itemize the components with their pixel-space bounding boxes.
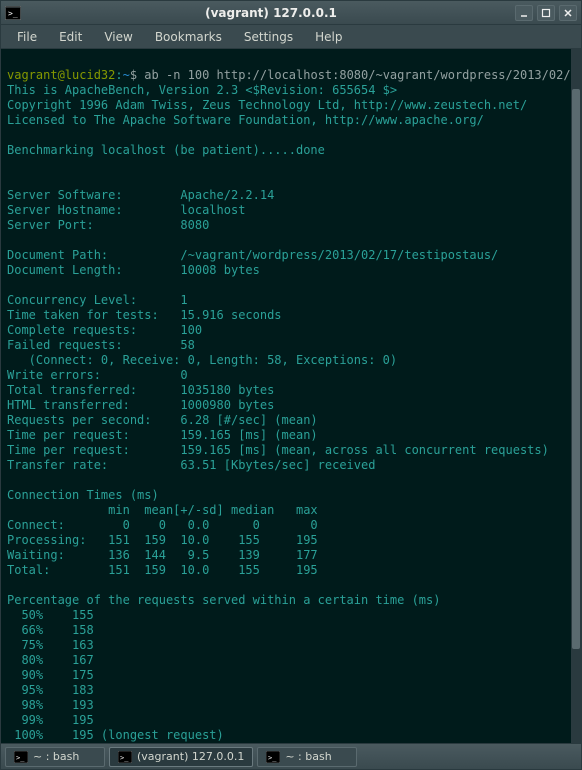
value: 63.51 [Kbytes/sec] received — [180, 458, 375, 472]
label: Document Length: — [7, 263, 180, 277]
label: Time per request: — [7, 443, 180, 457]
label: Document Path: — [7, 248, 180, 262]
taskbar-item-label: ~ : bash — [33, 750, 79, 763]
output-line: This is ApacheBench, Version 2.3 <$Revis… — [7, 83, 397, 97]
window-controls — [515, 5, 577, 21]
terminal-icon: >_ — [118, 751, 132, 763]
value: 159.165 [ms] (mean) — [180, 428, 317, 442]
label: Time per request: — [7, 428, 180, 442]
output-line: Processing: 151 159 10.0 155 195 — [7, 533, 318, 547]
terminal-icon: >_ — [5, 5, 21, 21]
output-line: Waiting: 136 144 9.5 139 177 — [7, 548, 318, 562]
output-line: min mean[+/-sd] median max — [7, 503, 318, 517]
value: 8080 — [180, 218, 209, 232]
value: 1000980 bytes — [180, 398, 274, 412]
terminal-icon: >_ — [14, 751, 28, 763]
window-title: (vagrant) 127.0.0.1 — [27, 6, 515, 20]
label: Concurrency Level: — [7, 293, 180, 307]
output-line: 100% 195 (longest request) — [7, 728, 224, 742]
command-text: ab -n 100 http://localhost:8080/~vagrant… — [144, 68, 581, 82]
svg-text:>_: >_ — [120, 754, 129, 762]
value: 1035180 bytes — [180, 383, 274, 397]
taskbar-item-bash1[interactable]: >_ ~ : bash — [5, 747, 105, 767]
menubar: File Edit View Bookmarks Settings Help — [1, 25, 581, 49]
output-line: Benchmarking localhost (be patient).....… — [7, 143, 325, 157]
output-line: Total: 151 159 10.0 155 195 — [7, 563, 318, 577]
label: Transfer rate: — [7, 458, 180, 472]
menu-edit[interactable]: Edit — [49, 27, 92, 47]
output-line: (Connect: 0, Receive: 0, Length: 58, Exc… — [7, 353, 397, 367]
menu-settings[interactable]: Settings — [234, 27, 303, 47]
output-line: 98% 193 — [7, 698, 94, 712]
output-line: 99% 195 — [7, 713, 94, 727]
value: 159.165 [ms] (mean, across all concurren… — [180, 443, 548, 457]
output-line: 95% 183 — [7, 683, 94, 697]
maximize-button[interactable] — [537, 5, 555, 21]
menu-help[interactable]: Help — [305, 27, 352, 47]
minimize-button[interactable] — [515, 5, 533, 21]
value: 58 — [180, 338, 194, 352]
label: Failed requests: — [7, 338, 180, 352]
label: Server Port: — [7, 218, 180, 232]
taskbar-item-vagrant[interactable]: >_ (vagrant) 127.0.0.1 — [109, 747, 253, 767]
value: 100 — [180, 323, 202, 337]
taskbar-item-label: (vagrant) 127.0.0.1 — [137, 750, 244, 763]
value: 0 — [180, 368, 187, 382]
taskbar-item-bash2[interactable]: >_ ~ : bash — [257, 747, 357, 767]
output-line: Percentage of the requests served within… — [7, 593, 440, 607]
menu-file[interactable]: File — [7, 27, 47, 47]
label: Time taken for tests: — [7, 308, 180, 322]
value: localhost — [180, 203, 245, 217]
scrollbar-thumb[interactable] — [572, 89, 580, 649]
taskbar: >_ ~ : bash >_ (vagrant) 127.0.0.1 >_ ~ … — [1, 743, 581, 769]
terminal-icon: >_ — [266, 751, 280, 763]
titlebar: >_ (vagrant) 127.0.0.1 — [1, 1, 581, 25]
output-line: 80% 167 — [7, 653, 94, 667]
terminal-output[interactable]: vagrant@lucid32:~$ ab -n 100 http://loca… — [1, 49, 581, 743]
output-line: 50% 155 — [7, 608, 94, 622]
label: Server Software: — [7, 188, 180, 202]
close-button[interactable] — [559, 5, 577, 21]
prompt-colon: : — [115, 68, 122, 82]
value: 15.916 seconds — [180, 308, 281, 322]
output-line: 66% 158 — [7, 623, 94, 637]
label: HTML transferred: — [7, 398, 180, 412]
value: /~vagrant/wordpress/2013/02/17/testipost… — [180, 248, 498, 262]
value: 1 — [180, 293, 187, 307]
taskbar-item-label: ~ : bash — [285, 750, 331, 763]
value: Apache/2.2.14 — [180, 188, 274, 202]
label: Complete requests: — [7, 323, 180, 337]
output-line: Connect: 0 0 0.0 0 0 — [7, 518, 318, 532]
prompt-path: ~ — [123, 68, 130, 82]
output-line: 90% 175 — [7, 668, 94, 682]
label: Requests per second: — [7, 413, 180, 427]
label: Server Hostname: — [7, 203, 180, 217]
label: Write errors: — [7, 368, 180, 382]
menu-bookmarks[interactable]: Bookmarks — [145, 27, 232, 47]
terminal-scrollbar[interactable] — [571, 49, 581, 743]
output-line: Copyright 1996 Adam Twiss, Zeus Technolo… — [7, 98, 527, 112]
output-line: Connection Times (ms) — [7, 488, 159, 502]
value: 6.28 [#/sec] (mean) — [180, 413, 317, 427]
svg-text:>_: >_ — [268, 754, 277, 762]
svg-text:>_: >_ — [8, 9, 18, 18]
output-line: Licensed to The Apache Software Foundati… — [7, 113, 484, 127]
output-line: 75% 163 — [7, 638, 94, 652]
svg-text:>_: >_ — [16, 754, 25, 762]
prompt-user-host: vagrant@lucid32 — [7, 68, 115, 82]
value: 10008 bytes — [180, 263, 259, 277]
menu-view[interactable]: View — [94, 27, 142, 47]
prompt-sigil: $ — [130, 68, 144, 82]
label: Total transferred: — [7, 383, 180, 397]
